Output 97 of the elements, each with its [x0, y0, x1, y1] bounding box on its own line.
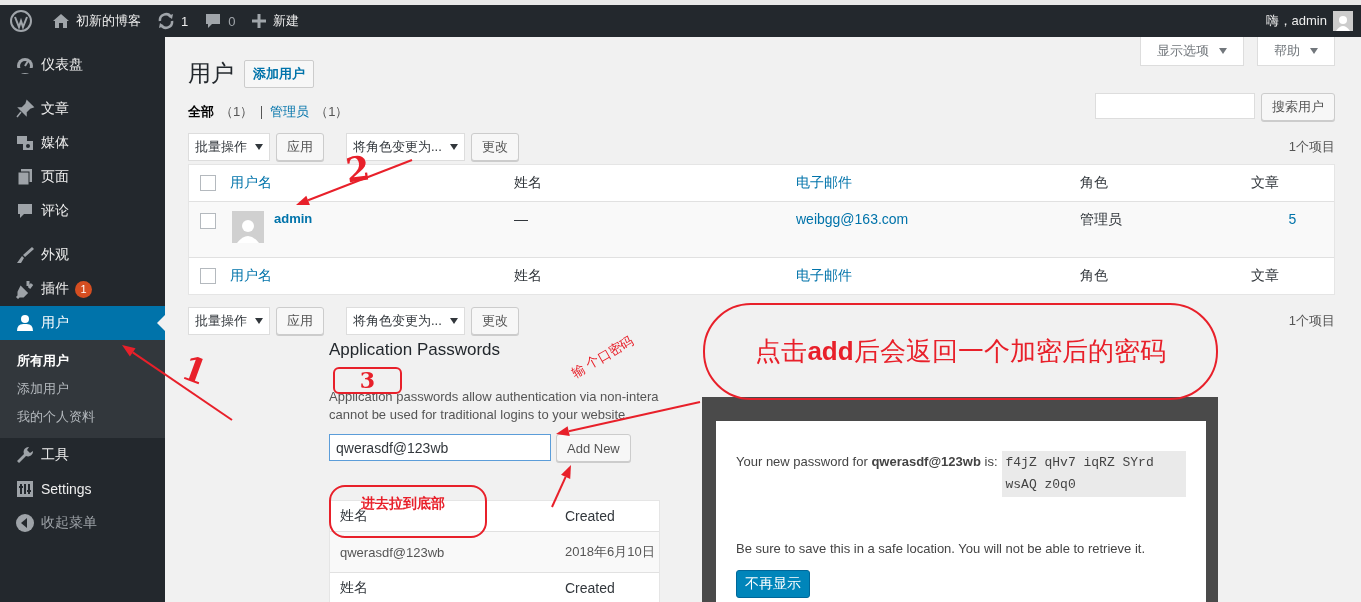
plus-icon[interactable] [251, 13, 268, 29]
generated-password: f4jZ qHv7 iqRZ SYrd wsAQ z0q0 [1001, 451, 1186, 497]
column-header[interactable]: 电子邮件 [788, 267, 852, 285]
table-cell-text: — [513, 211, 529, 227]
help-tab[interactable]: 帮助 [1257, 37, 1335, 66]
avatar-icon [232, 211, 264, 243]
sidebar-item[interactable]: 媒体 [0, 126, 165, 160]
collapse-menu[interactable]: 收起菜单 [0, 506, 165, 540]
update-badge: 1 [75, 280, 92, 298]
column-header: 文章 [1251, 267, 1279, 285]
column-header: Created [565, 508, 615, 524]
sidebar-item[interactable]: 用户 [0, 306, 165, 340]
page-title: 用户 [188, 59, 234, 88]
caret-icon [255, 318, 263, 324]
submenu-item[interactable]: 我的个人资料 [0, 403, 165, 431]
column-header: 姓名 [340, 579, 368, 597]
save-note: Be sure to save this in a safe location. You will not be able to retrieve it. [736, 541, 1147, 556]
column-header: 文章 [1251, 174, 1279, 192]
add-new-button[interactable]: Add New [556, 434, 631, 462]
bulk-action-select[interactable]: 批量操作 [188, 307, 270, 335]
caret-icon [449, 144, 458, 150]
sidebar-item[interactable]: Settings [0, 472, 165, 506]
menu-icon [15, 55, 35, 75]
table-cell: 2018年6月10日 [565, 543, 655, 561]
search-field[interactable] [1095, 93, 1255, 119]
sidebar-item[interactable]: 仪表盘 [0, 48, 165, 82]
submenu-item[interactable]: 所有用户 [0, 347, 165, 375]
column-header: 角色 [1079, 267, 1108, 285]
annotation-callout: 点击add后会返回一个加密后的密码 [703, 303, 1218, 400]
sidebar-item[interactable]: 页面 [0, 160, 165, 194]
new-menu[interactable]: 新建 [273, 12, 300, 30]
submenu-item[interactable]: 添加用户 [0, 375, 165, 403]
menu-icon [15, 245, 35, 265]
step-number: 1 [176, 347, 213, 393]
password-message: Your new password for qwerasdf@123wb is: [736, 453, 998, 471]
search-button[interactable]: 搜索用户 [1261, 93, 1335, 121]
filter-count: （1） [220, 103, 254, 121]
apply-button[interactable]: 应用 [276, 307, 324, 335]
home-icon[interactable] [52, 13, 70, 29]
role-select[interactable]: 将角色变更为... [346, 307, 465, 335]
pointer-icon [157, 315, 165, 331]
column-header[interactable]: 用户名 [222, 174, 272, 192]
comment-icon[interactable] [204, 12, 223, 30]
menu-icon [15, 167, 35, 187]
menu-icon [15, 445, 35, 465]
input-field[interactable]: qwerasdf@123wb [329, 434, 551, 461]
menu-icon [15, 313, 35, 333]
menu-icon [15, 279, 35, 299]
column-header[interactable]: 电子邮件 [788, 174, 852, 192]
menu-icon [15, 99, 35, 119]
column-header: 角色 [1079, 174, 1108, 192]
caret-icon [255, 144, 263, 150]
menu-icon [15, 201, 35, 221]
sidebar-item[interactable]: 文章 [0, 92, 165, 126]
filter-count: （1） [315, 103, 349, 121]
post-count-link[interactable]: 5 [1251, 211, 1334, 227]
menu-icon [15, 479, 35, 499]
annotation-arrow [551, 465, 571, 508]
sidebar-item[interactable]: 插件 1 [0, 272, 165, 306]
caret-icon [1310, 48, 1318, 54]
item-count: 1个项目 [1288, 138, 1335, 156]
sidebar-item[interactable]: 外观 [0, 238, 165, 272]
filter-link[interactable]: 全部 [188, 103, 214, 121]
dismiss-button[interactable]: 不再显示 [736, 570, 810, 598]
caret-icon [449, 318, 458, 324]
sidebar-item[interactable]: 工具 [0, 438, 165, 472]
add-user-button[interactable]: 添加用户 [244, 59, 314, 88]
wordpress-logo-icon[interactable] [10, 10, 32, 32]
select-all-checkbox[interactable] [200, 268, 216, 284]
refresh-icon[interactable] [157, 12, 175, 30]
column-header: 姓名 [513, 174, 542, 192]
change-button[interactable]: 更改 [470, 133, 519, 161]
username-link[interactable]: admin [274, 211, 313, 226]
apply-button[interactable]: 应用 [276, 133, 324, 161]
filter-link[interactable]: 管理员 [270, 103, 310, 121]
annotation-note: 输 个口密码 [568, 331, 637, 383]
item-count: 1个项目 [1288, 312, 1335, 330]
comment-count[interactable]: 0 [228, 13, 236, 29]
select-all-checkbox[interactable] [200, 175, 216, 191]
sidebar-item[interactable]: 评论 [0, 194, 165, 228]
caret-icon [1219, 48, 1227, 54]
row-checkbox[interactable] [200, 213, 216, 229]
section-heading: Application Passwords [329, 341, 501, 359]
collapse-icon [15, 513, 35, 533]
menu-icon [15, 133, 35, 153]
bulk-action-select[interactable]: 批量操作 [188, 133, 270, 161]
screen-options-tab[interactable]: 显示选项 [1140, 37, 1244, 66]
greeting[interactable]: 嗨，admin [1265, 12, 1327, 30]
table-cell: qwerasdf@123wb [340, 544, 445, 560]
column-header: 姓名 [513, 267, 542, 285]
change-button[interactable]: 更改 [470, 307, 519, 335]
site-name[interactable]: 初新的博客 [76, 12, 141, 30]
table-cell-text: 管理员 [1079, 211, 1123, 229]
email-link[interactable]: weibgg@163.com [788, 211, 1072, 227]
column-header[interactable]: 用户名 [222, 267, 272, 285]
update-count[interactable]: 1 [181, 13, 189, 29]
column-header: Created [565, 580, 615, 596]
